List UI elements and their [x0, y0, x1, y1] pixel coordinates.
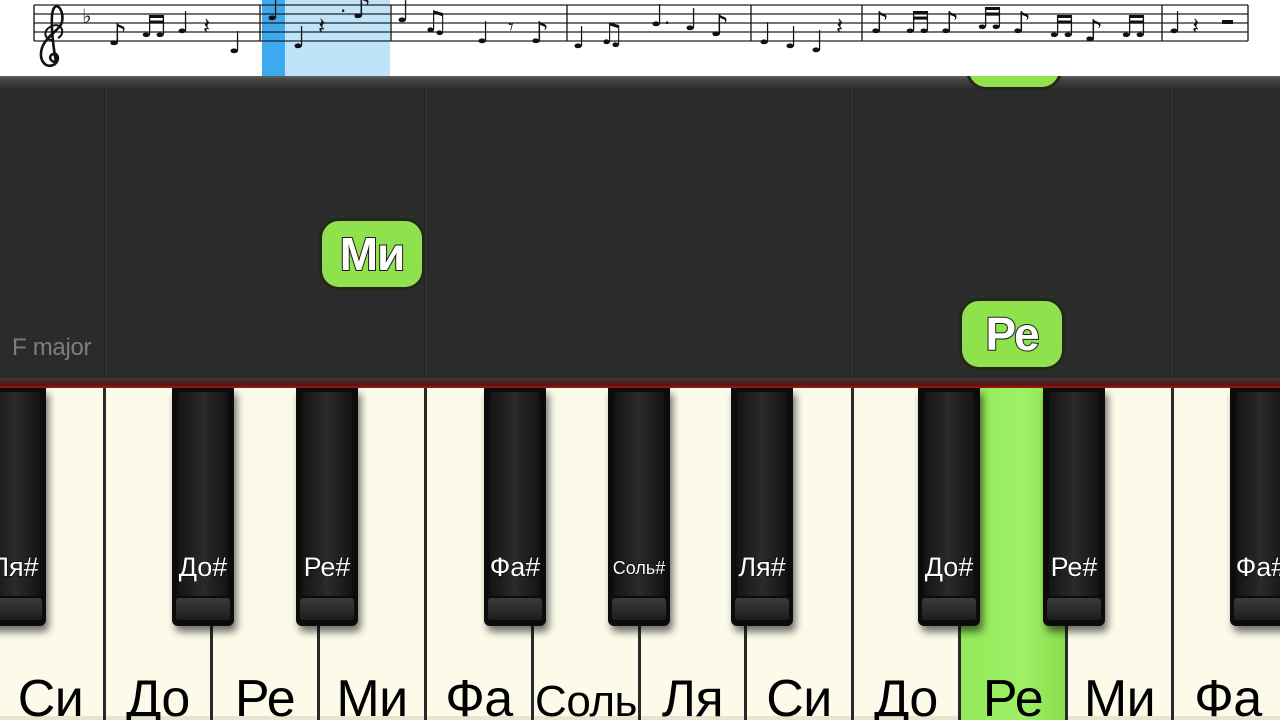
waterfall-top-edge — [0, 76, 1280, 88]
key-label: Ре# — [303, 552, 351, 583]
svg-text:♩: ♩ — [684, 3, 698, 38]
octave-gridline — [1170, 88, 1172, 378]
svg-text:♬: ♬ — [976, 2, 1003, 37]
svg-text:♩: ♩ — [784, 21, 798, 56]
svg-text:.: . — [340, 0, 346, 17]
svg-text:♩: ♩ — [176, 6, 190, 41]
falling-note-re: Ре — [959, 298, 1065, 370]
svg-text:♪: ♪ — [1012, 6, 1031, 41]
black-key-re-sharp[interactable]: Ре# — [1043, 388, 1105, 626]
key-label: Фа — [445, 670, 513, 720]
measure-6: ♪ ♬ ♪ ♬ ♪ ♬ ♪ ♬ — [870, 2, 1147, 49]
svg-text:♪: ♪ — [108, 18, 127, 53]
svg-text:♪: ♪ — [1084, 14, 1103, 49]
svg-text:♩: ♩ — [810, 25, 824, 60]
key-label: До — [874, 670, 938, 720]
key-label: Ре# — [1050, 552, 1098, 583]
piano-keyboard[interactable]: Си До Ре Ми Фа Соль Ля Си До Ре Ми Фа Ля… — [0, 378, 1280, 720]
key-label: Си — [766, 670, 832, 720]
svg-text:♪: ♪ — [940, 6, 959, 41]
keyboard-rail — [0, 378, 1280, 388]
svg-text:.: . — [664, 5, 670, 29]
measure-4: ♩ ♫ ♩ . ♩ ♪ — [572, 0, 729, 56]
key-label: Ре — [982, 670, 1044, 720]
black-key-la-sharp[interactable]: Ля# — [0, 388, 46, 626]
svg-text:♩: ♩ — [396, 0, 410, 30]
flat-icon: ♭ — [82, 4, 91, 28]
key-label: Ля# — [738, 552, 786, 583]
key-label: До — [126, 670, 190, 720]
svg-text:♩: ♩ — [1168, 6, 1182, 41]
black-key-do-sharp[interactable]: До# — [918, 388, 980, 626]
octave-gridline — [104, 88, 106, 378]
black-key-la-sharp[interactable]: Ля# — [731, 388, 793, 626]
key-label: Ля — [661, 670, 724, 720]
svg-text:♫: ♫ — [598, 17, 625, 52]
key-label: Фа — [1194, 670, 1262, 720]
key-label: Ми — [336, 670, 408, 720]
key-label: Фа# — [1235, 552, 1280, 583]
svg-text:♩: ♩ — [572, 21, 586, 56]
measure-5: ♩ ♩ ♩ 𝄽 — [758, 12, 843, 60]
octave-gridline — [850, 88, 852, 378]
svg-text:𝄾: 𝄾 — [508, 15, 514, 40]
black-key-do-sharp[interactable]: До# — [172, 388, 234, 626]
svg-text:𝄽: 𝄽 — [836, 12, 843, 40]
falling-note-mi: Ми — [319, 218, 425, 290]
svg-text:♩: ♩ — [228, 26, 242, 61]
treble-clef-icon — [39, 4, 64, 68]
key-label: Соль — [535, 677, 637, 720]
svg-text:♩: ♩ — [650, 0, 664, 34]
svg-text:♬: ♬ — [1120, 10, 1147, 45]
svg-text:♩: ♩ — [758, 17, 772, 52]
svg-text:♬: ♬ — [140, 10, 167, 45]
key-label: Ре — [234, 670, 296, 720]
key-label: Ля# — [0, 552, 39, 583]
svg-text:♪: ♪ — [352, 0, 371, 26]
black-key-sol-sharp[interactable]: Соль# — [608, 388, 670, 626]
svg-text:𝄽: 𝄽 — [1192, 12, 1199, 40]
key-label: Си — [17, 670, 84, 720]
black-key-fa-sharp[interactable]: Фа# — [484, 388, 546, 626]
sheet-music-strip[interactable]: ♭ ♪ ♬ ♩ 𝄽 ♩ ♩ ♩ 𝄽 . ♪ ♩ ♫ ♩ 𝄾 ♪ ♩ ♫ ♩ . … — [0, 0, 1280, 76]
black-key-fa-sharp[interactable]: Фа# — [1230, 388, 1280, 626]
key-label: Ми — [1083, 670, 1156, 720]
score-staff: ♭ ♪ ♬ ♩ 𝄽 ♩ ♩ ♩ 𝄽 . ♪ ♩ ♫ ♩ 𝄾 ♪ ♩ ♫ ♩ . … — [33, 0, 1249, 76]
key-signature-label: F major — [12, 334, 92, 361]
svg-text:♬: ♬ — [904, 6, 931, 41]
svg-text:♪: ♪ — [530, 16, 549, 51]
black-key-re-sharp[interactable]: Ре# — [296, 388, 358, 626]
svg-text:𝄽: 𝄽 — [318, 12, 325, 40]
svg-text:♫: ♫ — [422, 5, 449, 40]
measure-3: ♩ ♫ ♩ 𝄾 ♪ — [396, 0, 549, 51]
falling-notes-area[interactable]: F major Ми Ре — [0, 76, 1280, 378]
svg-text:♪: ♪ — [870, 6, 889, 41]
key-label: До# — [924, 552, 974, 583]
key-label: До# — [178, 552, 228, 583]
svg-text:♩: ♩ — [292, 21, 306, 56]
key-label: Фа# — [489, 552, 541, 583]
falling-note — [966, 76, 1062, 90]
key-label: Соль# — [612, 558, 666, 579]
svg-text:♬: ♬ — [1048, 10, 1075, 45]
svg-text:𝄽: 𝄽 — [203, 12, 210, 40]
svg-text:♩: ♩ — [266, 0, 280, 28]
svg-text:♩: ♩ — [476, 16, 490, 51]
svg-text:♪: ♪ — [710, 9, 729, 44]
